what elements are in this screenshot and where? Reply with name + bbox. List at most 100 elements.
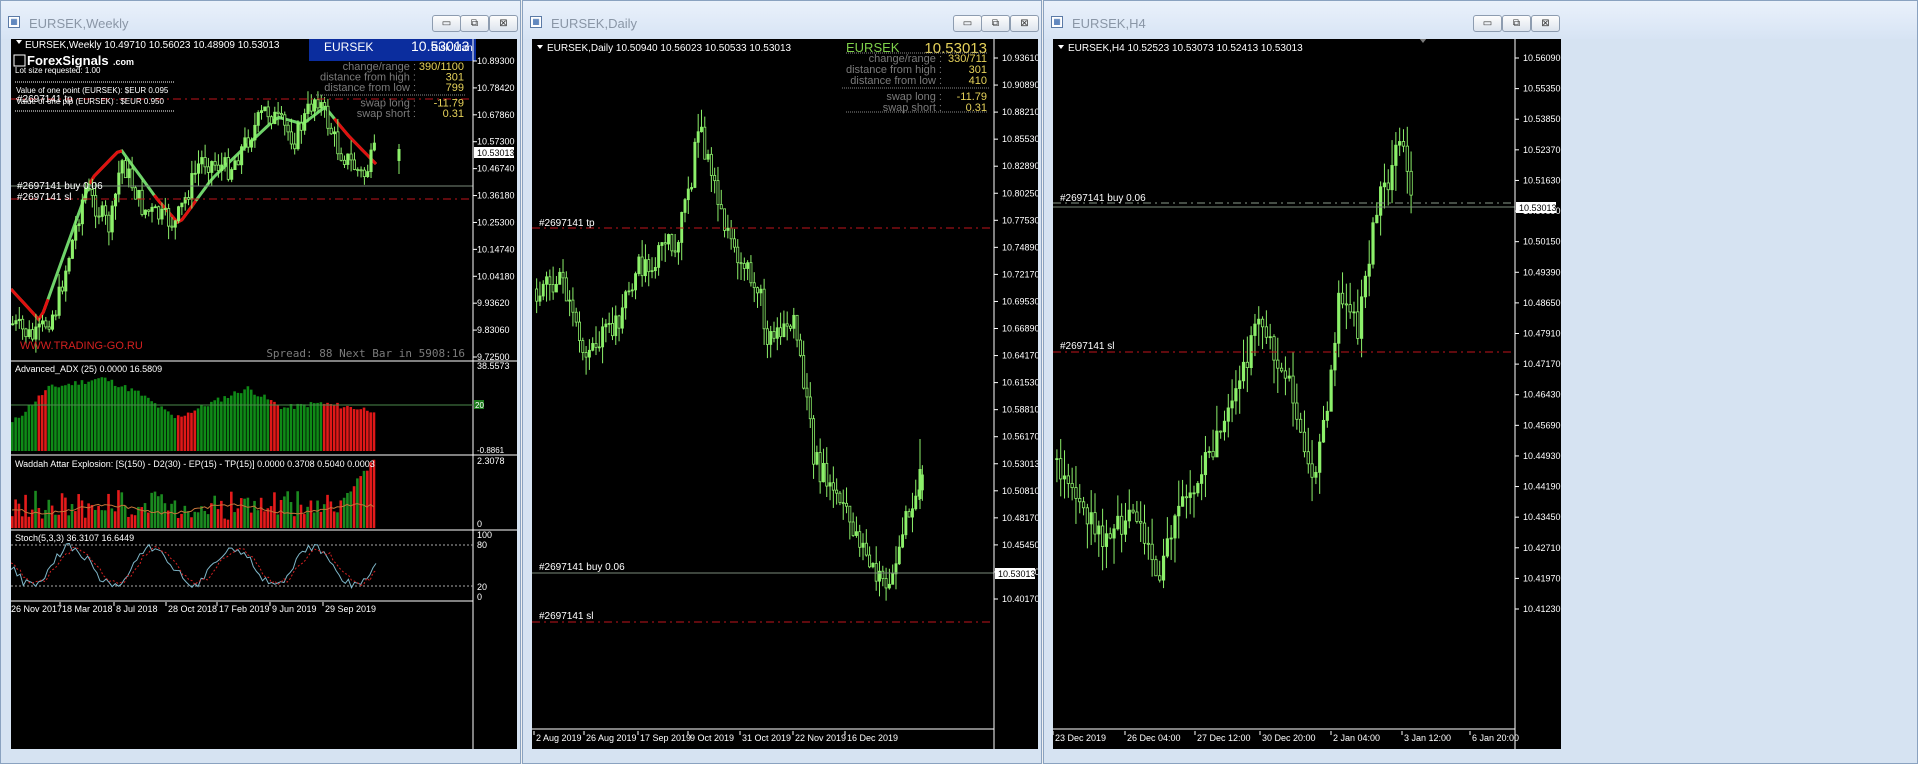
adx-bar [273, 401, 276, 451]
date-axis[interactable]: 2 Aug 2019 26 Aug 2019 17 Sep 20199 Oct 20… [533, 731, 898, 743]
chart-menu-arrow-icon[interactable] [537, 45, 543, 49]
adx-bar [263, 394, 266, 451]
candle-body [1337, 292, 1341, 344]
candle-body [749, 262, 753, 284]
candle-body [667, 234, 670, 245]
chart-window-weekly[interactable]: ▦ EURSEK,Weekly ▭ ⧉ ⊠ #2697141 tp #26971… [0, 0, 521, 764]
chart-area-h4[interactable]: #2697141 buy 0.06 #2697141 sl EURSEK,H4 … [1053, 39, 1916, 749]
chart-area-weekly[interactable]: #2697141 tp #2697141 buy 0.06 #2697141 s… [11, 39, 517, 749]
adx-bar [276, 404, 280, 451]
candle-body [845, 502, 848, 507]
candle-body [117, 172, 121, 195]
adx-bar [216, 397, 220, 451]
wae-bar [44, 509, 47, 528]
wae-bar [203, 510, 207, 528]
candle-body [719, 204, 723, 210]
price-tick-label: 10.82890 [1002, 161, 1038, 171]
candle-body [1245, 361, 1249, 368]
chart-header: EURSEK,Weekly 10.49710 10.56023 10.48909… [25, 40, 280, 51]
candle-body [601, 326, 605, 348]
chart-canvas-daily[interactable]: #2697141 tp #2697141 buy 0.06 #2697141 s… [532, 39, 1038, 749]
current-price-label: 10.53013 [1519, 203, 1557, 213]
close-button[interactable]: ⊠ [1531, 15, 1560, 32]
candle-body [581, 340, 585, 353]
candle-body [1359, 296, 1364, 339]
chart-canvas-h4[interactable]: #2697141 buy 0.06 #2697141 sl EURSEK,H4 … [1053, 39, 1916, 749]
candle-body [643, 259, 647, 277]
title-bar[interactable]: ▦ EURSEK,H4 ▭ ⧉ ⊠ [1044, 1, 1917, 39]
candle-body [137, 189, 141, 200]
price-tick-label: 10.69530 [1002, 296, 1038, 306]
adx-bar [190, 412, 193, 451]
wae-bar [186, 511, 190, 528]
minimize-button[interactable]: ▭ [432, 15, 461, 32]
chart-shift-marker-icon[interactable] [1419, 39, 1427, 43]
info-box-rows: change/range :390/1100distance from high… [316, 61, 466, 120]
chart-window-daily[interactable]: ▦ EURSEK,Daily ▭ ⧉ ⊠ #2697141 tp #269714… [522, 0, 1042, 764]
wae-scale-bottom: 0 [477, 519, 482, 529]
wae-histogram[interactable] [11, 459, 376, 528]
price-axis[interactable]: 10.56090 10.55350 10.53850 10.52370 10.51630… [1515, 53, 1561, 614]
maximize-button[interactable]: ⧉ [460, 15, 489, 32]
adx-scale-bottom: -0.8861 [477, 446, 505, 455]
wae-bar [372, 459, 376, 528]
chart-menu-arrow-icon[interactable] [1058, 45, 1064, 49]
minimize-button[interactable]: ▭ [1473, 15, 1502, 32]
wae-bar [123, 505, 127, 528]
wae-bar [316, 500, 319, 528]
candle-body [1062, 475, 1067, 480]
wae-bar [193, 511, 197, 528]
adx-bar [117, 387, 120, 451]
candle-body [726, 227, 730, 231]
chart-menu-arrow-icon[interactable] [16, 40, 22, 44]
candle-body [332, 131, 337, 135]
candle-body [752, 282, 756, 289]
chart-window-h4[interactable]: ▦ EURSEK,H4 ▭ ⧉ ⊠ #2697141 buy 0.06 #269… [1043, 0, 1918, 764]
candle-body [1272, 336, 1276, 361]
adx-histogram[interactable] [11, 377, 376, 451]
adx-bar [113, 385, 117, 451]
candle-body [213, 161, 217, 166]
price-tick-label: 10.64170 [1002, 351, 1038, 361]
date-tick-label: 28 Oct 2018 [168, 604, 217, 614]
adx-bar [269, 400, 273, 451]
candle-body [369, 149, 373, 173]
chart-canvas-weekly[interactable]: #2697141 tp #2697141 buy 0.06 #2697141 s… [11, 39, 517, 749]
adx-bar [289, 404, 293, 451]
chart-window-icon: ▦ [530, 16, 542, 28]
price-axis[interactable]: 10.89300 10.78420 10.67860 10.57300 10.46740… [473, 56, 515, 362]
wae-bar [210, 503, 213, 528]
candle-body [568, 299, 572, 302]
adx-title: Advanced_ADX (25) 0.0000 16.5809 [15, 364, 162, 374]
candle-body [693, 141, 697, 188]
date-axis[interactable]: 26 Nov 2017 18 Mar 2018 8 Jul 2018 28 Oct 2… [11, 602, 376, 614]
chart-area-daily[interactable]: #2697141 tp #2697141 buy 0.06 #2697141 s… [532, 39, 1038, 749]
maximize-button[interactable]: ⧉ [981, 15, 1010, 32]
candle-body [1333, 342, 1337, 371]
date-tick-label: 2 Aug 2019 [536, 733, 582, 743]
title-bar[interactable]: ▦ EURSEK,Daily ▭ ⧉ ⊠ [523, 1, 1041, 39]
minimize-button[interactable]: ▭ [953, 15, 982, 32]
adx-bar [210, 401, 213, 451]
wae-bar [90, 504, 94, 528]
close-button[interactable]: ⊠ [489, 15, 518, 32]
wae-bar [200, 506, 203, 528]
close-button[interactable]: ⊠ [1010, 15, 1039, 32]
candle-body [1196, 483, 1200, 494]
price-tick-label: 10.42710 [1523, 543, 1561, 553]
candle-body [907, 511, 911, 518]
price-tick-label: 10.56090 [1523, 53, 1561, 63]
candle-body [1344, 303, 1348, 306]
candle-body [1222, 420, 1227, 433]
adx-bar [319, 402, 323, 451]
maximize-button[interactable]: ⧉ [1502, 15, 1531, 32]
candle-body [1131, 509, 1135, 513]
candle-body [1154, 559, 1158, 577]
date-tick-label: 26 Dec 04:00 [1127, 733, 1181, 743]
candle-body [150, 206, 154, 212]
price-axis[interactable]: 10.93610 10.90890 10.88210 10.85530 10.82890… [994, 53, 1038, 604]
wae-bar [153, 491, 157, 528]
date-axis[interactable]: 23 Dec 2019 26 Dec 04:00 27 Dec 12:00 30 De… [1053, 731, 1519, 743]
candle-body [894, 563, 898, 575]
title-bar[interactable]: ▦ EURSEK,Weekly ▭ ⧉ ⊠ [1, 1, 520, 39]
